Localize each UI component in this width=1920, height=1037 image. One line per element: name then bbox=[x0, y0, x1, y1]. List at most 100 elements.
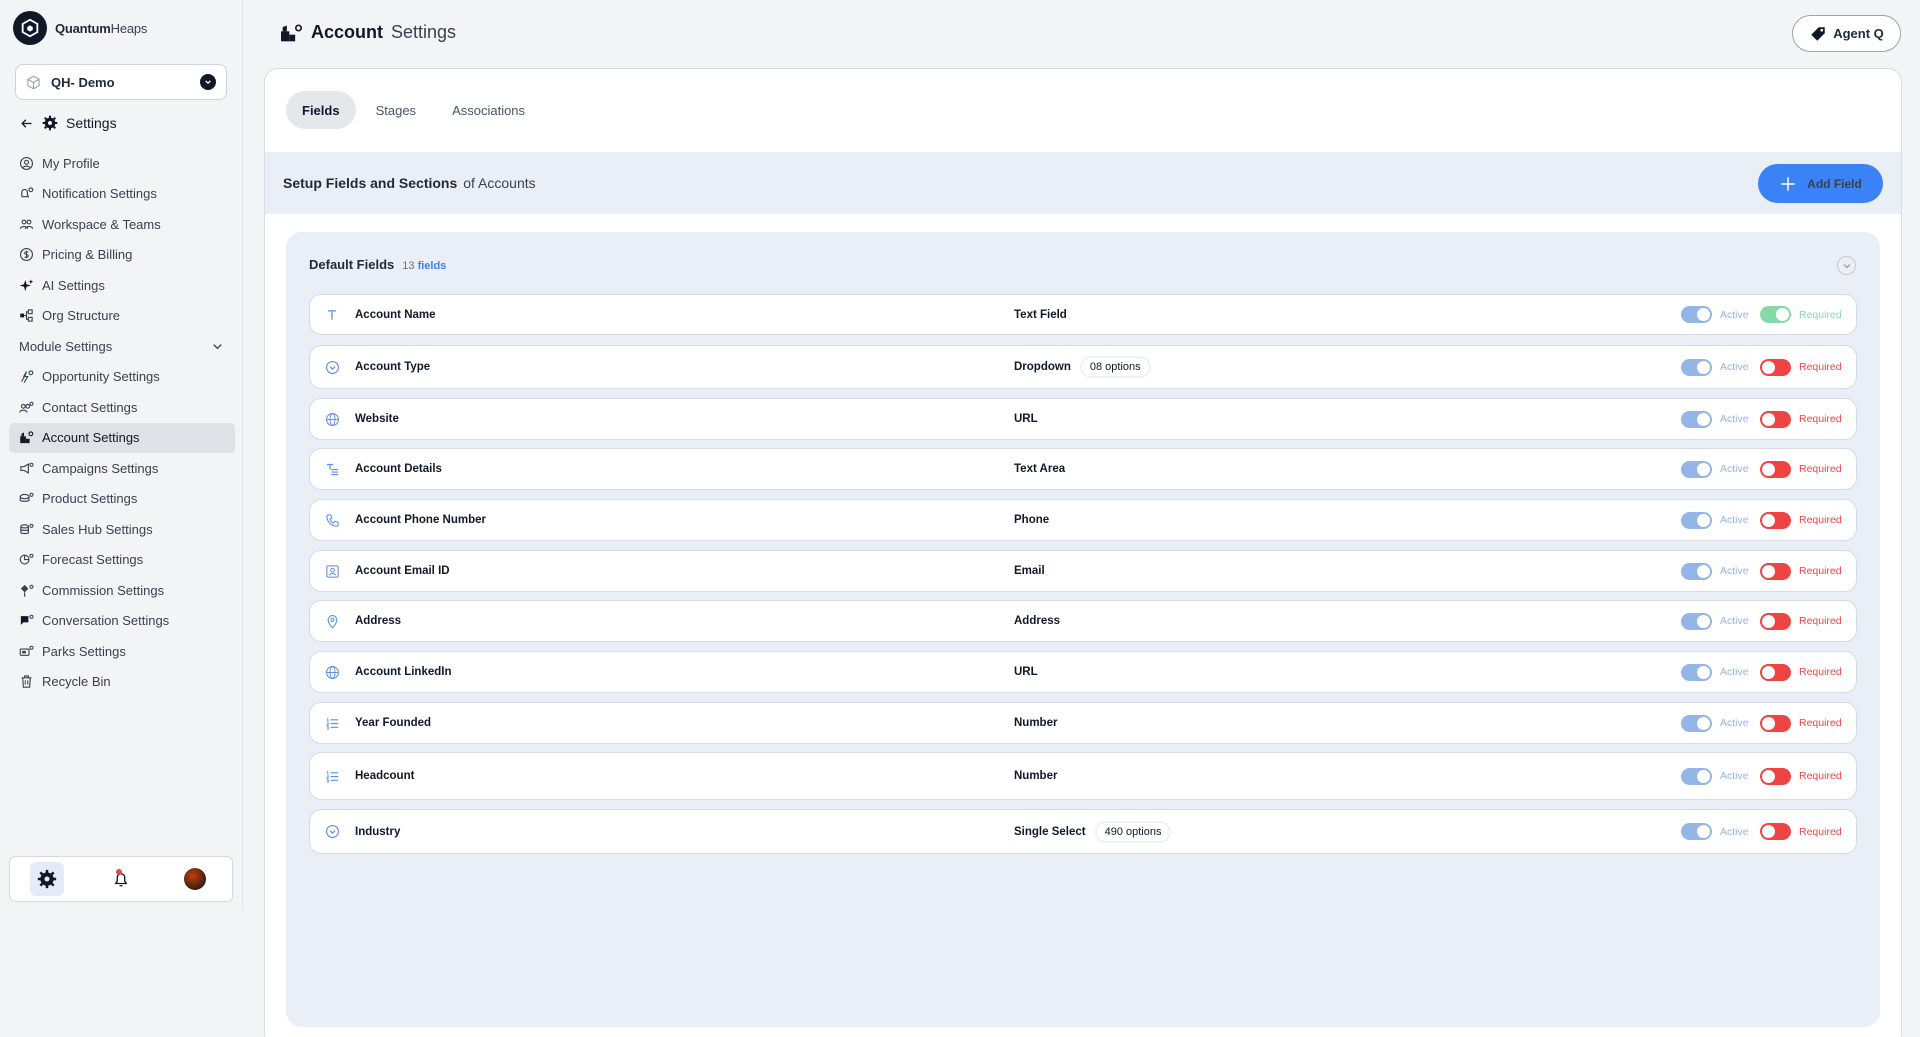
bell-settings-icon bbox=[21, 187, 34, 198]
field-toggles: Active Required bbox=[1681, 767, 1842, 785]
dropdown-circle-icon bbox=[324, 824, 340, 840]
sidebar-item-parks-settings[interactable]: Parks Settings bbox=[9, 636, 235, 667]
sidebar-item-sales-hub-settings[interactable]: Sales Hub Settings bbox=[9, 514, 235, 545]
sidebar-item-contact-settings[interactable]: Contact Settings bbox=[9, 392, 235, 423]
agent-q-button[interactable]: Agent Q bbox=[1792, 15, 1901, 52]
commission-icon bbox=[20, 584, 34, 597]
field-row[interactable]: Account Name Text Field Active Required bbox=[309, 294, 1857, 335]
setup-bar: Setup Fields and Sections of Accounts Ad… bbox=[265, 152, 1901, 214]
user-circle-icon bbox=[20, 156, 33, 170]
fields-count: 13 fields bbox=[402, 260, 447, 272]
tab-fields[interactable]: Fields bbox=[286, 91, 356, 129]
field-type: Phone bbox=[1014, 514, 1050, 526]
settings-header: Settings bbox=[19, 115, 117, 131]
notification-dot bbox=[116, 869, 122, 875]
collapse-button[interactable] bbox=[1837, 256, 1856, 275]
sidebar-item-my-profile[interactable]: My Profile bbox=[9, 148, 235, 179]
field-type: Text Area bbox=[1014, 463, 1066, 475]
active-toggle[interactable] bbox=[1681, 663, 1712, 681]
add-field-button[interactable]: Add Field bbox=[1758, 164, 1883, 203]
field-row[interactable]: Address Address Active Required bbox=[309, 600, 1857, 642]
field-row[interactable]: Account LinkedIn URL Active Required bbox=[309, 651, 1857, 693]
active-toggle[interactable] bbox=[1681, 612, 1712, 630]
field-type: Dropdown 08 options bbox=[1014, 357, 1150, 377]
sidebar-section-module-settings[interactable]: Module Settings bbox=[9, 331, 235, 362]
active-toggle[interactable] bbox=[1681, 767, 1712, 785]
field-row[interactable]: Account Details Text Area Active Required bbox=[309, 448, 1857, 490]
sidebar-item-pricing-billing[interactable]: Pricing & Billing bbox=[9, 240, 235, 271]
active-label: Active bbox=[1720, 825, 1749, 838]
sidebar-item-product-settings[interactable]: Product Settings bbox=[9, 484, 235, 515]
profile-button[interactable] bbox=[178, 862, 212, 896]
contact-icon bbox=[19, 401, 34, 413]
conversation-icon bbox=[20, 614, 34, 626]
sidebar-item-workspace-teams[interactable]: Workspace & Teams bbox=[9, 209, 235, 240]
cube-icon bbox=[27, 75, 40, 89]
parks-icon bbox=[19, 645, 34, 656]
required-toggle[interactable] bbox=[1760, 612, 1791, 630]
active-label: Active bbox=[1720, 717, 1749, 729]
field-type: Number bbox=[1014, 770, 1058, 782]
workspace-selector[interactable]: QH- Demo bbox=[15, 64, 227, 100]
required-toggle[interactable] bbox=[1760, 460, 1791, 478]
field-row[interactable]: Website URL Active Required bbox=[309, 398, 1857, 440]
setup-title: Setup Fields and Sections bbox=[283, 175, 458, 191]
sidebar-item-conversation-settings[interactable]: Conversation Settings bbox=[9, 606, 235, 637]
required-toggle[interactable] bbox=[1760, 562, 1791, 580]
active-toggle[interactable] bbox=[1681, 714, 1712, 732]
required-toggle[interactable] bbox=[1760, 767, 1791, 785]
settings-button[interactable] bbox=[30, 862, 64, 896]
field-name: Website bbox=[355, 413, 399, 425]
sidebar-item-opportunity-settings[interactable]: Opportunity Settings bbox=[9, 362, 235, 393]
quantum-heaps-logo-icon bbox=[13, 11, 47, 45]
forecast-icon bbox=[19, 553, 34, 565]
tab-stages[interactable]: Stages bbox=[360, 91, 432, 129]
sidebar-item-commission-settings[interactable]: Commission Settings bbox=[9, 575, 235, 606]
active-toggle[interactable] bbox=[1681, 823, 1712, 840]
tabs: Fields Stages Associations bbox=[286, 91, 541, 129]
field-name: Headcount bbox=[355, 770, 415, 782]
sidebar-item-recycle-bin[interactable]: Recycle Bin bbox=[9, 667, 235, 698]
gear-icon bbox=[42, 115, 58, 131]
notifications-button[interactable] bbox=[104, 862, 138, 896]
required-toggle[interactable] bbox=[1760, 823, 1791, 840]
field-type: Single Select 490 options bbox=[1014, 821, 1171, 842]
required-toggle[interactable] bbox=[1760, 410, 1791, 428]
sidebar-item-account-settings[interactable]: Account Settings bbox=[9, 422, 235, 453]
brand-logo[interactable]: QuantumHeaps bbox=[13, 11, 147, 45]
active-toggle[interactable] bbox=[1681, 562, 1712, 580]
field-row[interactable]: Account Email ID Email Active Required bbox=[309, 550, 1857, 592]
field-row[interactable]: Year Founded Number Active Required bbox=[309, 702, 1857, 744]
setup-suffix: of Accounts bbox=[463, 175, 536, 191]
required-toggle[interactable] bbox=[1760, 358, 1791, 376]
active-toggle[interactable] bbox=[1681, 511, 1712, 529]
back-arrow-icon[interactable] bbox=[19, 116, 34, 131]
sidebar-item-campaigns-settings[interactable]: Campaigns Settings bbox=[9, 453, 235, 484]
field-row[interactable]: Account Phone Number Phone Active Required bbox=[309, 499, 1857, 541]
required-label: Required bbox=[1799, 361, 1842, 373]
active-toggle[interactable] bbox=[1681, 306, 1712, 323]
field-type: URL bbox=[1014, 666, 1038, 678]
account-icon bbox=[281, 23, 302, 41]
required-toggle[interactable] bbox=[1760, 511, 1791, 529]
required-label: Required bbox=[1799, 308, 1842, 321]
sidebar-item-forecast-settings[interactable]: Forecast Settings bbox=[9, 545, 235, 576]
required-label: Required bbox=[1799, 413, 1842, 425]
field-row[interactable]: Account Type Dropdown 08 options Active Requ… bbox=[309, 345, 1857, 389]
field-name: Account Type bbox=[355, 361, 431, 373]
field-name: Industry bbox=[355, 825, 401, 838]
chevron-down-icon bbox=[1843, 263, 1850, 268]
required-toggle[interactable] bbox=[1760, 306, 1791, 323]
required-toggle[interactable] bbox=[1760, 714, 1791, 732]
text-area-icon bbox=[324, 461, 340, 477]
active-toggle[interactable] bbox=[1681, 410, 1712, 428]
active-toggle[interactable] bbox=[1681, 460, 1712, 478]
sidebar-item-notification-settings[interactable]: Notification Settings bbox=[9, 179, 235, 210]
field-row[interactable]: Headcount Number Active Required bbox=[309, 752, 1857, 800]
field-row[interactable]: Industry Single Select 490 options Active Re… bbox=[309, 809, 1857, 854]
required-toggle[interactable] bbox=[1760, 663, 1791, 681]
sidebar-item-org-structure[interactable]: Org Structure bbox=[9, 301, 235, 332]
active-toggle[interactable] bbox=[1681, 358, 1712, 376]
sidebar-item-ai-settings[interactable]: AI Settings bbox=[9, 270, 235, 301]
tab-associations[interactable]: Associations bbox=[436, 91, 541, 129]
